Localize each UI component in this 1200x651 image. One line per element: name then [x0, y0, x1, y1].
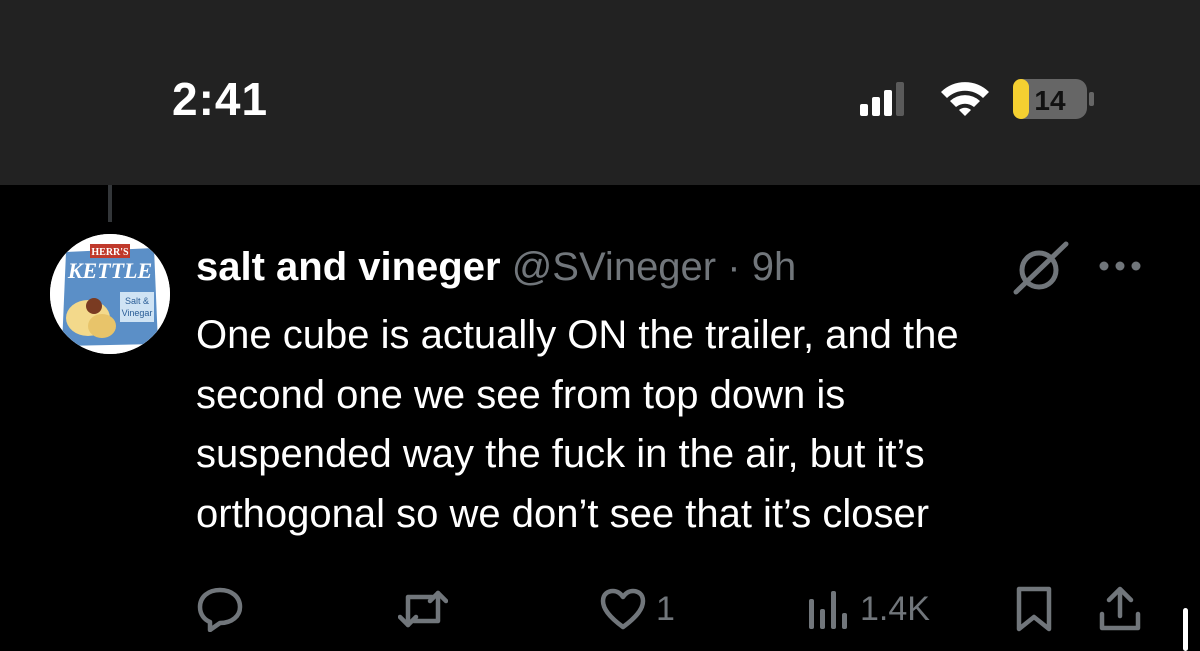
tweet-text-line: second one we see from top down is — [196, 372, 846, 417]
battery-level: 14 — [1034, 85, 1066, 116]
bookmark-button[interactable] — [1014, 584, 1054, 634]
thread-connector-line — [108, 185, 112, 222]
svg-text:Vinegar: Vinegar — [122, 308, 153, 318]
status-bar: 2:41 14 — [0, 0, 1200, 185]
bookmark-icon — [1016, 586, 1052, 632]
battery-fill — [1013, 79, 1029, 119]
header-separator: · — [727, 245, 741, 289]
svg-text:HERR'S: HERR'S — [91, 247, 129, 258]
reply-icon — [197, 587, 243, 632]
like-count: 1 — [656, 589, 675, 628]
battery-icon: 14 — [1013, 79, 1094, 119]
reply-button[interactable] — [196, 584, 254, 634]
views-icon — [809, 591, 847, 629]
views-count: 1.4K — [860, 589, 930, 628]
tweet-text-line: One cube is actually ON the trailer, and… — [196, 313, 959, 357]
tweet-text: One cube is actually ON the trailer, and… — [196, 306, 1136, 544]
avatar[interactable]: HERR'S KETTLE Salt & Vinegar — [50, 234, 170, 354]
scroll-indicator[interactable] — [1183, 608, 1188, 651]
cellular-signal-icon — [860, 82, 904, 116]
status-time: 2:41 — [172, 73, 269, 125]
repost-icon — [398, 590, 448, 628]
grok-icon[interactable] — [1008, 240, 1070, 296]
svg-text:Salt &: Salt & — [125, 296, 149, 306]
tweet-header: salt and vineger @SVineger · 9h — [196, 242, 796, 292]
kettle-chips-bag-image: HERR'S KETTLE Salt & Vinegar — [50, 234, 170, 354]
tweet-text-line: orthogonal so we don’t see that it’s clo… — [196, 491, 930, 536]
like-icon — [600, 588, 646, 630]
repost-button[interactable] — [398, 584, 458, 634]
wifi-icon — [941, 82, 989, 116]
views-button[interactable]: 1.4K — [806, 584, 930, 634]
tweet-timestamp[interactable]: 9h — [752, 245, 797, 289]
tweet-text-line: suspended way the fuck in the air, but i… — [196, 432, 925, 476]
share-button[interactable] — [1098, 584, 1142, 634]
svg-text:KETTLE: KETTLE — [67, 258, 152, 283]
more-options-icon[interactable] — [1098, 256, 1142, 276]
display-name[interactable]: salt and vineger — [196, 245, 501, 289]
share-icon — [1099, 586, 1141, 631]
user-handle[interactable]: @SVineger — [512, 245, 716, 289]
like-button[interactable]: 1 — [600, 584, 675, 634]
